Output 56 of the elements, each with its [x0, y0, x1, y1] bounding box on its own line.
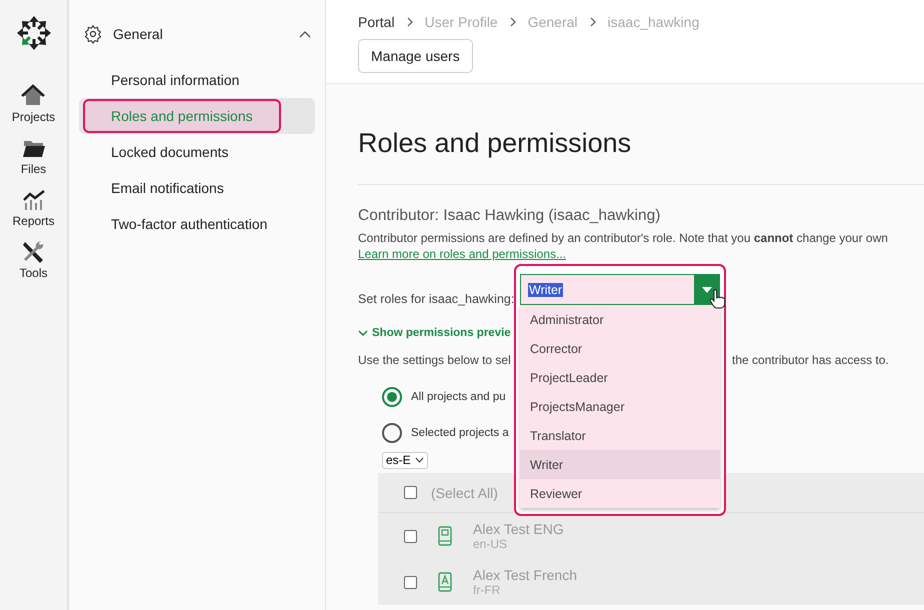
role-label: Set roles for isaac_hawking: — [358, 292, 514, 306]
chevron-down-icon — [414, 457, 424, 463]
settings-text: Use the settings below to sel — [358, 353, 511, 367]
dropdown-option[interactable]: Reviewer — [520, 479, 720, 508]
nav-item[interactable]: Email notifications — [79, 170, 315, 206]
dropdown-option[interactable]: Corrector — [520, 334, 720, 363]
radio-option[interactable]: All projects and pu — [382, 379, 506, 415]
selected-text: Writer — [528, 282, 564, 296]
language-select[interactable]: es-E — [382, 452, 428, 468]
nav-item[interactable]: Locked documents — [79, 134, 315, 170]
rail-item[interactable]: Files — [20, 136, 46, 176]
nav-item[interactable]: Two-factor authentication — [79, 206, 315, 242]
dropdown-button[interactable] — [694, 275, 719, 304]
description-text: Contributor permissions are defined by an contributor's role. Note that you cannot change your own — [358, 231, 889, 245]
book-icon — [437, 526, 453, 546]
page-title: Roles and permissions — [358, 128, 632, 160]
project-locale: en-US — [473, 537, 508, 551]
rail-item[interactable]: Tools — [19, 240, 48, 280]
dropdown-option[interactable]: Translator — [520, 421, 720, 450]
learn-more-link[interactable]: Learn more on roles and permissions... — [358, 247, 566, 261]
breadcrumb-link[interactable]: Portal — [358, 14, 395, 30]
tools-icon — [21, 240, 46, 264]
checkbox[interactable] — [404, 486, 417, 499]
rail-item[interactable]: Reports — [12, 188, 55, 228]
select-all-label: (Select All) — [431, 484, 498, 500]
nav-group-label[interactable]: General — [113, 26, 289, 42]
project-locale: fr-FR — [473, 583, 502, 597]
gear-icon — [83, 24, 103, 44]
radio-button[interactable] — [382, 387, 402, 407]
rail-item[interactable]: Projects — [12, 84, 56, 124]
radio-option[interactable]: Selected projects a — [382, 415, 509, 451]
project-name: Alex Test French — [473, 567, 578, 583]
radio-label: Selected projects a — [411, 427, 509, 439]
caret-down-icon — [702, 286, 712, 292]
house-icon — [21, 84, 46, 108]
checkbox[interactable] — [404, 530, 417, 542]
letter-book-icon — [437, 572, 453, 592]
chevron-down-icon — [358, 330, 368, 336]
chevron-right-icon — [508, 17, 518, 27]
project-name: Alex Test ENG — [473, 521, 564, 537]
logo-icon — [16, 14, 52, 52]
dropdown-option[interactable]: Administrator — [520, 305, 720, 334]
manage-users-button[interactable]: Manage users — [358, 39, 473, 73]
radio-button[interactable] — [382, 423, 402, 443]
dropdown-option[interactable]: Writer — [520, 450, 720, 479]
dropdown-option[interactable]: ProjectLeader — [520, 363, 720, 392]
permissions-preview-toggle[interactable]: Show permissions previe — [358, 327, 511, 339]
nav-item[interactable]: Personal information — [79, 62, 315, 98]
chevron-right-icon — [404, 17, 415, 27]
checkbox[interactable] — [404, 576, 417, 588]
dropdown-option[interactable]: ProjectsManager — [520, 392, 720, 421]
chevron-right-icon — [588, 17, 598, 27]
radio-label: All projects and pu — [411, 391, 506, 403]
section-heading: Contributor: Isaac Hawking (isaac_hawking) — [358, 207, 662, 225]
chart-icon — [22, 188, 46, 212]
settings-text: the contributor has access to. — [732, 353, 889, 367]
